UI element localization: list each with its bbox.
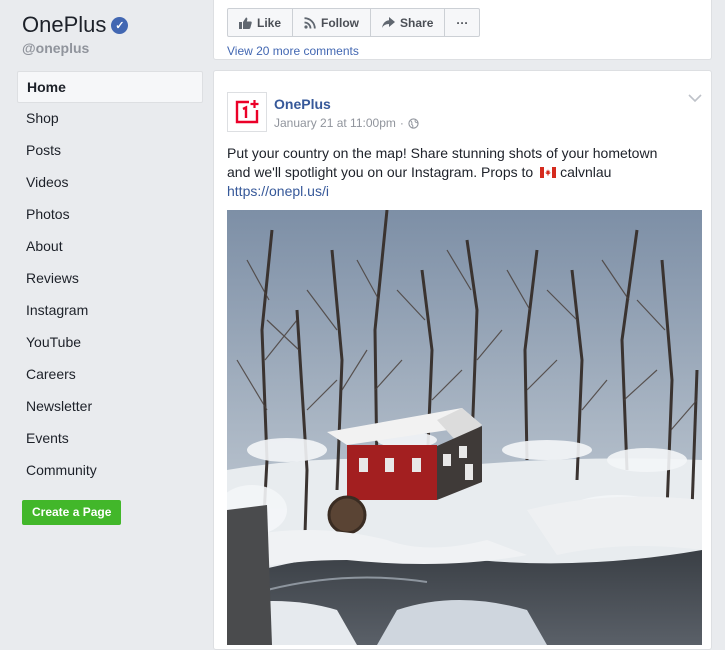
post-timestamp[interactable]: January 21 at 11:00pm: [274, 116, 396, 130]
share-arrow-icon: [382, 17, 396, 28]
sidebar-item-about[interactable]: About: [17, 231, 203, 263]
oneplus-logo-icon: [235, 100, 259, 124]
sidebar-item-newsletter[interactable]: Newsletter: [17, 391, 203, 423]
globe-icon[interactable]: [408, 117, 419, 129]
sidebar-item-youtube[interactable]: YouTube: [17, 327, 203, 359]
page-name-text: OnePlus: [22, 12, 107, 37]
post-link[interactable]: https://onepl.us/i: [227, 183, 329, 199]
post-meta: January 21 at 11:00pm ·: [274, 116, 419, 130]
meta-separator: ·: [399, 116, 404, 130]
sidebar-item-instagram[interactable]: Instagram: [17, 295, 203, 327]
post-author[interactable]: OnePlus: [274, 96, 331, 112]
post-photo[interactable]: [227, 210, 702, 645]
verified-badge-icon: ✓: [111, 16, 129, 34]
sidebar-item-shop[interactable]: Shop: [17, 103, 203, 135]
sidebar-item-home[interactable]: Home: [17, 71, 203, 103]
more-options-button[interactable]: ···: [445, 9, 479, 36]
rss-icon: [304, 16, 316, 29]
page-sidebar: OnePlus ✓ @oneplus Home Shop Posts Video…: [0, 0, 213, 640]
page-action-bar: Like Follow Share ···: [227, 8, 481, 37]
follow-button[interactable]: Follow: [293, 9, 372, 36]
create-page-button[interactable]: Create a Page: [22, 500, 122, 525]
sidebar-item-events[interactable]: Events: [17, 423, 203, 455]
winter-mill-photo: [227, 210, 702, 645]
sidebar-item-community[interactable]: Community: [17, 455, 203, 487]
post-text-line2: and we'll spotlight you on our Instagram…: [227, 164, 534, 180]
post-card: OnePlus January 21 at 11:00pm · Put your…: [213, 70, 712, 650]
oneplus-logo-avatar[interactable]: [227, 92, 267, 132]
sidebar-nav: Home Shop Posts Videos Photos About Revi…: [17, 71, 203, 487]
canada-flag-icon: [540, 167, 557, 178]
sidebar-item-careers[interactable]: Careers: [17, 359, 203, 391]
post-text-line1: Put your country on the map! Share stunn…: [227, 145, 658, 161]
previous-post-card: Like Follow Share ··· View 20 more comme…: [213, 0, 712, 60]
chevron-down-icon[interactable]: [688, 93, 702, 103]
share-label: Share: [400, 15, 434, 30]
page-handle[interactable]: @oneplus: [22, 40, 89, 56]
like-label: Like: [257, 15, 282, 30]
page-title[interactable]: OnePlus ✓: [22, 12, 129, 38]
like-button[interactable]: Like: [228, 9, 294, 36]
share-button[interactable]: Share: [371, 9, 446, 36]
more-options-label: ···: [456, 15, 469, 30]
sidebar-item-reviews[interactable]: Reviews: [17, 263, 203, 295]
sidebar-item-posts[interactable]: Posts: [17, 135, 203, 167]
post-body: Put your country on the map! Share stunn…: [227, 144, 702, 201]
view-more-comments-link[interactable]: View 20 more comments: [227, 44, 359, 58]
thumbs-up-icon: [239, 17, 252, 29]
tagged-user-link[interactable]: calvnlau: [560, 164, 611, 180]
sidebar-item-photos[interactable]: Photos: [17, 199, 203, 231]
sidebar-item-videos[interactable]: Videos: [17, 167, 203, 199]
follow-label: Follow: [321, 15, 360, 30]
